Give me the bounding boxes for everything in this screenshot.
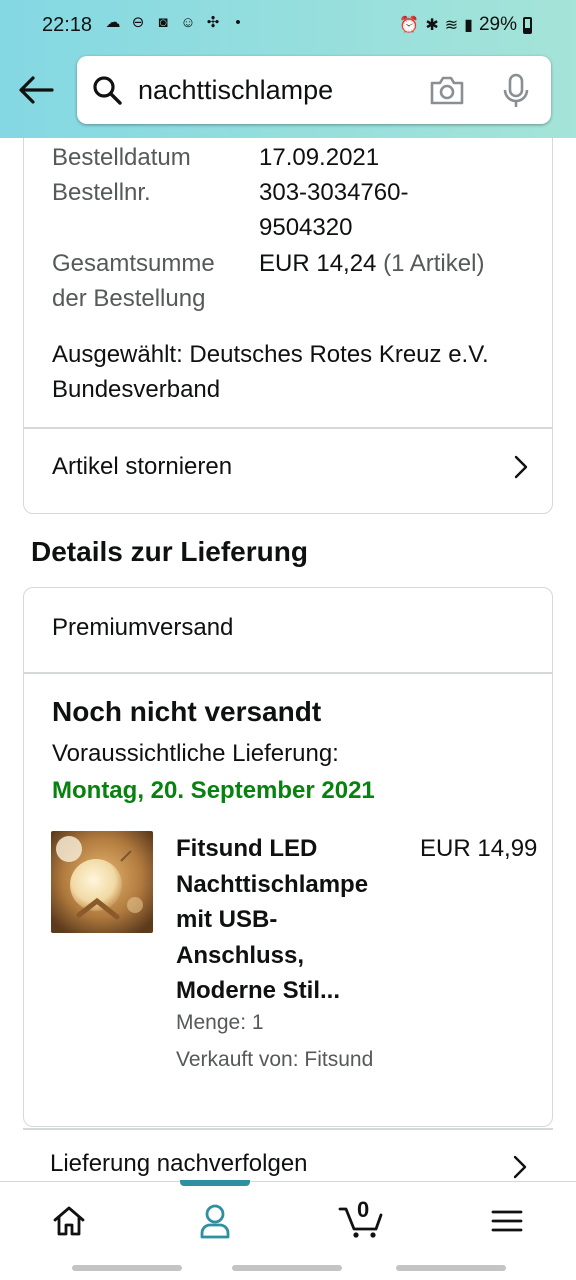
chevron-right-icon: [514, 455, 528, 479]
track-delivery-row[interactable]: Lieferung nachverfolgen: [23, 1130, 553, 1180]
order-total-amount: EUR 14,24: [259, 250, 377, 277]
product-price: EUR 14,99: [420, 835, 538, 862]
battery-icon: [523, 16, 532, 34]
selected-charity-line2: Bundesverband: [52, 376, 221, 403]
product-title-link[interactable]: Fitsund LED Nachttischlampe mit USB- Ans…: [176, 831, 406, 1009]
order-number-value-line2: 9504320: [259, 214, 353, 241]
bottom-navigation: [0, 1180, 576, 1257]
eta-date: Montag, 20. September 2021: [52, 777, 375, 804]
order-total-label-line2: der Bestellung: [52, 285, 206, 312]
wifi-icon: ≋: [444, 17, 459, 34]
home-icon: [53, 1206, 85, 1236]
order-summary-card: Bestelldatum 17.09.2021 Bestellnr. 303-3…: [23, 100, 553, 514]
back-button[interactable]: [16, 72, 56, 108]
product-quantity: Menge: 1: [176, 1011, 264, 1034]
menu-icon: [491, 1210, 523, 1232]
dot-icon: •: [235, 14, 241, 31]
product-title-line: Fitsund LED: [176, 835, 318, 862]
notification-icons: ☁ ⊖ ◙ ☺ ✣ •: [104, 14, 247, 32]
selected-charity-line1: Ausgewählt: Deutsches Rotes Kreuz e.V.: [52, 341, 489, 368]
sync-icon: ⊖: [131, 14, 145, 31]
shipment-status: Noch nicht versandt: [52, 696, 322, 727]
delivery-details-card: Premiumversand Noch nicht versandt Vorau…: [23, 587, 553, 1127]
order-number-value-line1: 303-3034760-: [259, 179, 409, 206]
product-image[interactable]: [51, 831, 153, 933]
selected-charity: Ausgewählt: Deutsches Rotes Kreuz e.V. B…: [52, 337, 542, 407]
order-total-value: EUR 14,24 (1 Artikel): [259, 246, 539, 281]
gesture-bar-right: [396, 1265, 506, 1271]
nav-account-button[interactable]: [192, 1198, 238, 1244]
status-time: 22:18: [42, 14, 93, 36]
product-title-line: Anschluss,: [176, 941, 305, 969]
chevron-right-icon: [513, 1155, 527, 1179]
cancel-items-row[interactable]: Artikel stornieren: [24, 428, 552, 513]
account-icon: [200, 1204, 230, 1239]
microphone-icon[interactable]: [499, 72, 533, 110]
search-input[interactable]: [138, 74, 408, 106]
shipping-type: Premiumversand: [52, 614, 234, 641]
track-delivery-label: Lieferung nachverfolgen: [50, 1150, 308, 1177]
camera-icon[interactable]: [428, 72, 466, 108]
eta-label: Voraussichtliche Lieferung:: [52, 740, 339, 767]
nav-home-button[interactable]: [46, 1198, 92, 1244]
bluetooth-icon: ✱: [425, 17, 439, 34]
product-title-line: Nachttischlampe: [176, 870, 369, 898]
app-icon: ☺: [180, 14, 196, 31]
fan-icon: ✣: [206, 14, 220, 31]
order-date-value: 17.09.2021: [259, 144, 380, 171]
search-icon: [93, 76, 122, 105]
battery-percent: 29%: [478, 14, 517, 35]
order-total-items: (1 Artikel): [383, 250, 485, 277]
back-arrow-icon: [19, 76, 54, 104]
cancel-items-label: Artikel stornieren: [52, 453, 233, 480]
gesture-bar-left: [72, 1265, 182, 1271]
status-bar: 22:18 ☁ ⊖ ◙ ☺ ✣ • ⏰ ✱ ≋ ▮ 29%: [0, 0, 576, 52]
product-title-line: mit USB-: [176, 906, 278, 933]
nav-menu-button[interactable]: [484, 1198, 530, 1244]
system-icons: ⏰ ✱ ≋ ▮ 29%: [399, 14, 532, 36]
product-title-line: Moderne Stil...: [176, 977, 341, 1004]
divider: [24, 672, 552, 674]
app-header: 22:18 ☁ ⊖ ◙ ☺ ✣ • ⏰ ✱ ≋ ▮ 29%: [0, 0, 576, 138]
search-bar[interactable]: [77, 56, 551, 124]
delivery-section-title: Details zur Lieferung: [31, 536, 308, 567]
order-total-label-line1: Gesamtsumme: [52, 250, 215, 277]
lamp-product-image: [51, 831, 153, 933]
order-number-label: Bestellnr.: [52, 179, 151, 206]
gesture-bar-center: [232, 1265, 342, 1271]
signal-icon: ▮: [464, 17, 473, 34]
product-seller: Verkauft von: Fitsund: [176, 1048, 374, 1071]
alarm-icon: ⏰: [399, 17, 420, 34]
instagram-icon: ◙: [158, 14, 168, 31]
active-tab-indicator: [180, 1180, 250, 1186]
cart-count-badge: 0: [357, 1197, 370, 1222]
cloud-icon: ☁: [105, 14, 121, 31]
order-date-label: Bestelldatum: [52, 144, 191, 171]
